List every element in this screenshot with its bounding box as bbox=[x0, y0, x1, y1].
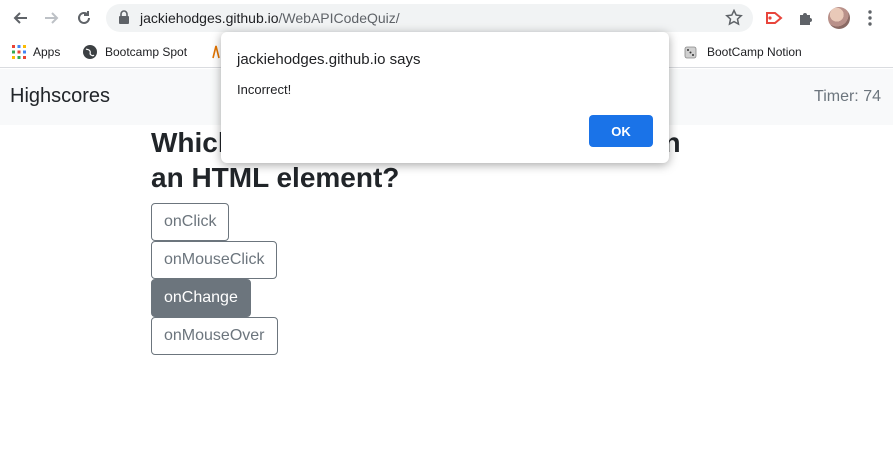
question-line2: an HTML element? bbox=[151, 162, 400, 193]
alert-dialog: jackiehodges.github.io says Incorrect! O… bbox=[221, 32, 669, 163]
bookmark-label: BootCamp Notion bbox=[707, 45, 802, 59]
cast-icon bbox=[766, 12, 783, 24]
back-button[interactable] bbox=[8, 6, 32, 30]
star-icon[interactable] bbox=[725, 9, 743, 27]
url-domain: jackiehodges.github.io bbox=[140, 10, 279, 26]
bookmark-favicon-icon bbox=[212, 45, 220, 59]
ok-button[interactable]: OK bbox=[589, 115, 653, 147]
reload-button[interactable] bbox=[72, 6, 96, 30]
extension-button[interactable] bbox=[762, 6, 786, 30]
bookmark-apps[interactable]: Apps bbox=[12, 42, 60, 62]
bookmark-label: Bootcamp Spot bbox=[105, 45, 188, 59]
more-vertical-icon bbox=[868, 10, 872, 26]
browser-toolbar: jackiehodges.github.io/WebAPICodeQuiz/ bbox=[0, 0, 893, 36]
address-bar[interactable]: jackiehodges.github.io/WebAPICodeQuiz/ bbox=[106, 4, 753, 32]
puzzle-icon bbox=[800, 13, 812, 25]
profile-avatar[interactable] bbox=[828, 7, 850, 29]
timer-display: Timer: 74 bbox=[814, 88, 881, 105]
answer-button-selected[interactable]: onChange bbox=[151, 279, 251, 317]
answer-button[interactable]: onMouseOver bbox=[151, 317, 278, 355]
answer-button[interactable]: onClick bbox=[151, 203, 230, 241]
bookmark-bootcamp-spot[interactable]: Bootcamp Spot bbox=[82, 42, 187, 62]
extensions-menu-button[interactable] bbox=[794, 6, 818, 30]
highscores-link[interactable]: Highscores bbox=[10, 85, 110, 108]
lock-icon bbox=[119, 10, 129, 24]
apps-grid-icon bbox=[12, 45, 26, 59]
bookmark-label: Apps bbox=[33, 45, 61, 59]
dice-icon bbox=[684, 46, 697, 59]
bookmark-partial[interactable] bbox=[211, 42, 221, 62]
reload-icon bbox=[78, 11, 90, 24]
forward-button[interactable] bbox=[40, 6, 64, 30]
dialog-title: jackiehodges.github.io says bbox=[237, 51, 421, 68]
url-path: /WebAPICodeQuiz/ bbox=[278, 10, 400, 26]
url-text: jackiehodges.github.io/WebAPICodeQuiz/ bbox=[140, 10, 400, 26]
arrow-right-icon bbox=[45, 12, 59, 24]
bookmark-bootcamp-notion[interactable]: BootCamp Notion bbox=[684, 42, 802, 62]
arrow-left-icon bbox=[13, 12, 27, 24]
dialog-message: Incorrect! bbox=[237, 82, 292, 97]
globe-icon bbox=[83, 45, 97, 59]
browser-menu-button[interactable] bbox=[858, 6, 882, 30]
answer-button[interactable]: onMouseClick bbox=[151, 241, 278, 279]
